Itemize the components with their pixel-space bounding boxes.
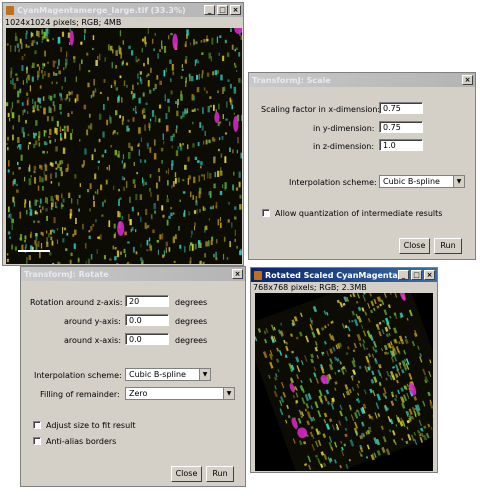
result-window-titlebar[interactable]: Rotated Scaled CyanMagentam... _ □ ×	[251, 268, 437, 282]
quantization-checkbox[interactable]	[262, 209, 270, 217]
rotation-y-unit: degrees	[175, 317, 208, 326]
chevron-down-icon: ▼	[223, 388, 234, 399]
rotation-x-label: around x-axis:	[64, 336, 122, 345]
interpolation-select[interactable]: Cubic B-spline ▼	[379, 175, 465, 188]
anti-alias-checkbox[interactable]	[33, 437, 41, 445]
scale-bar	[18, 250, 50, 252]
rotation-y-field[interactable]: 0.0	[125, 314, 169, 326]
scale-y-label: in y-dimension:	[313, 124, 375, 133]
image-window[interactable]: CyanMagentamerge_large.tif (33.3%) _ □ ×…	[2, 2, 244, 266]
interpolation-value: Cubic B-spline	[383, 177, 440, 186]
result-info: 768x768 pixels; RGB; 2.3MB	[253, 283, 367, 292]
scale-dialog-title: TransformJ: Scale	[252, 75, 331, 85]
close-button[interactable]: ×	[230, 5, 241, 15]
minimize-button[interactable]: _	[398, 270, 409, 280]
interpolation-label: Interpolation scheme:	[34, 371, 122, 380]
java-icon	[254, 270, 262, 280]
result-canvas[interactable]	[255, 293, 433, 471]
image-canvas[interactable]	[6, 28, 242, 264]
rotation-z-unit: degrees	[175, 298, 208, 307]
maximize-button[interactable]: □	[217, 5, 228, 15]
rotation-y-label: around y-axis:	[64, 317, 121, 326]
rotate-dialog[interactable]: TransformJ: Rotate × Rotation around z-a…	[20, 266, 246, 487]
run-button[interactable]: Run	[206, 466, 234, 482]
interpolation-value: Cubic B-spline	[129, 370, 186, 379]
result-window-title: Rotated Scaled CyanMagentam...	[265, 270, 398, 280]
close-button[interactable]: ×	[462, 75, 473, 85]
image-info: 1024x1024 pixels; RGB; 4MB	[5, 18, 122, 27]
interpolation-label: Interpolation scheme:	[289, 178, 377, 187]
close-button[interactable]: Close	[399, 238, 430, 254]
result-window[interactable]: Rotated Scaled CyanMagentam... _ □ × 768…	[250, 267, 438, 473]
scale-z-label: in z-dimension:	[313, 142, 375, 151]
adjust-size-checkbox[interactable]	[33, 421, 41, 429]
rotation-z-label: Rotation around z-axis:	[30, 298, 123, 307]
image-window-title: CyanMagentamerge_large.tif (33.3%)	[17, 5, 186, 15]
rotation-x-unit: degrees	[175, 336, 208, 345]
anti-alias-label: Anti-alias borders	[46, 437, 117, 446]
scale-dialog-titlebar[interactable]: TransformJ: Scale ×	[249, 73, 475, 87]
micrograph-image	[6, 28, 242, 264]
filling-label: Filling of remainder:	[40, 390, 120, 399]
rotation-x-field[interactable]: 0.0	[125, 333, 169, 345]
scale-x-field[interactable]: 0.75	[379, 102, 423, 114]
rotate-dialog-titlebar[interactable]: TransformJ: Rotate ×	[21, 267, 245, 281]
scale-x-label: Scaling factor in x-dimension:	[261, 105, 381, 114]
chevron-down-icon: ▼	[199, 369, 210, 380]
scale-z-field[interactable]: 1.0	[379, 139, 423, 151]
close-button[interactable]: ×	[424, 270, 435, 280]
close-button[interactable]: Close	[171, 466, 202, 482]
image-window-titlebar[interactable]: CyanMagentamerge_large.tif (33.3%) _ □ ×	[3, 3, 243, 17]
java-icon	[6, 5, 14, 15]
rotation-z-field[interactable]: 20	[125, 295, 169, 307]
interpolation-select[interactable]: Cubic B-spline ▼	[125, 368, 211, 381]
run-button[interactable]: Run	[434, 238, 462, 254]
scale-dialog[interactable]: TransformJ: Scale × Scaling factor in x-…	[248, 72, 476, 260]
adjust-size-label: Adjust size to fit result	[46, 421, 136, 430]
chevron-down-icon: ▼	[453, 176, 464, 187]
maximize-button[interactable]: □	[411, 270, 422, 280]
filling-value: Zero	[129, 389, 148, 398]
scale-y-field[interactable]: 0.75	[379, 121, 423, 133]
rotated-micrograph-image	[255, 293, 433, 471]
rotate-dialog-title: TransformJ: Rotate	[24, 269, 109, 279]
filling-select[interactable]: Zero ▼	[125, 387, 235, 400]
minimize-button[interactable]: _	[204, 5, 215, 15]
quantization-label: Allow quantization of intermediate resul…	[275, 209, 443, 218]
close-button[interactable]: ×	[232, 269, 243, 279]
